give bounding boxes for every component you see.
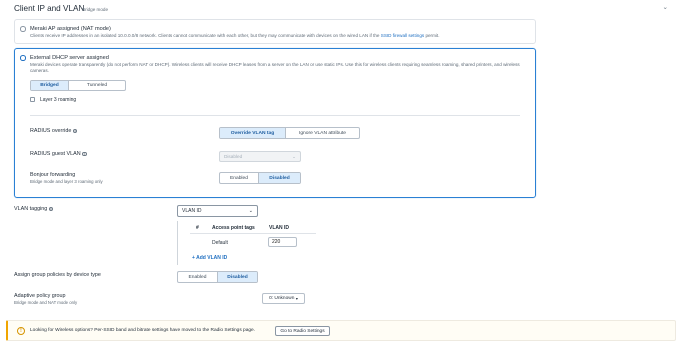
banner-text: Looking for Wireless options? Per-SSID b… bbox=[30, 328, 256, 334]
info-icon[interactable]: i bbox=[82, 151, 87, 157]
vlan-tagging-label: VLAN tagging i bbox=[14, 206, 54, 212]
group-policies-label: Assign group policies by device type bbox=[14, 272, 101, 278]
table-rule bbox=[177, 221, 179, 265]
radius-override-segment[interactable]: Override VLAN tag Ignore VLAN attribute bbox=[219, 127, 360, 139]
vlan-id-input[interactable]: 220 bbox=[268, 237, 297, 247]
bridge-mode-title: External DHCP server assigned bbox=[30, 54, 109, 61]
info-icon[interactable]: i bbox=[72, 128, 78, 134]
chevron-down-icon: ⌄ bbox=[292, 153, 296, 159]
group-policies-enabled-option[interactable]: Enabled bbox=[178, 272, 218, 282]
go-to-radio-settings-button[interactable]: Go to Radio Settings bbox=[275, 326, 330, 336]
layer3-roaming-label: Layer 3 roaming bbox=[40, 96, 77, 103]
nat-mode-card[interactable]: Meraki AP assigned (NAT mode) Clients re… bbox=[14, 19, 536, 44]
bonjour-forwarding-sublabel: Bridge mode and layer 3 roaming only bbox=[30, 179, 103, 184]
tunneled-option[interactable]: Tunneled bbox=[69, 81, 125, 90]
nat-mode-description: Clients receive IP addresses in an isola… bbox=[30, 32, 440, 38]
bridged-option[interactable]: Bridged bbox=[31, 81, 69, 90]
bridge-mode-card[interactable]: External DHCP server assigned Meraki dev… bbox=[14, 48, 536, 198]
radio-settings-banner: ! Looking for Wireless options? Per-SSID… bbox=[6, 320, 676, 341]
ignore-vlan-attribute-option[interactable]: Ignore VLAN attribute bbox=[286, 128, 359, 138]
column-header-number: # bbox=[196, 225, 199, 231]
bridge-mode-radio[interactable] bbox=[20, 55, 26, 61]
override-vlan-tag-option[interactable]: Override VLAN tag bbox=[220, 128, 286, 138]
table-cell-tags: Default bbox=[212, 240, 228, 246]
radius-override-label: RADIUS override i bbox=[30, 128, 78, 134]
layer3-roaming-checkbox[interactable] bbox=[30, 97, 35, 102]
column-header-ap-tags: Access point tags bbox=[212, 225, 255, 231]
vlan-tagging-select[interactable]: VLAN ID ⌄ bbox=[177, 205, 258, 217]
chevron-down-icon: ⌄ bbox=[248, 208, 253, 214]
nat-mode-radio[interactable] bbox=[20, 26, 26, 32]
radius-guest-vlan-label: RADIUS guest VLAN i bbox=[30, 151, 87, 157]
bonjour-enabled-option[interactable]: Enabled bbox=[220, 173, 259, 183]
caret-down-icon: ▾ bbox=[295, 296, 298, 301]
info-icon[interactable]: i bbox=[48, 206, 54, 212]
bonjour-disabled-option[interactable]: Disabled bbox=[259, 173, 300, 183]
add-vlan-id-link[interactable]: + Add VLAN ID bbox=[192, 255, 227, 261]
mode-segment[interactable]: Bridged Tunneled bbox=[30, 80, 126, 91]
divider bbox=[30, 115, 520, 116]
warning-icon: ! bbox=[17, 326, 25, 335]
bonjour-forwarding-label: Bonjour forwarding bbox=[30, 172, 76, 178]
chevron-down-icon[interactable]: ⌄ bbox=[663, 3, 668, 11]
page-subtitle: Bridge mode bbox=[82, 6, 109, 12]
page-title: Client IP and VLAN bbox=[14, 4, 85, 13]
radius-guest-vlan-select: Disabled ⌄ bbox=[219, 151, 301, 162]
table-header-rule bbox=[190, 233, 316, 234]
ssid-firewall-link[interactable]: SSID firewall settings bbox=[381, 33, 424, 38]
adaptive-policy-label: Adaptive policy group bbox=[14, 293, 66, 299]
bridge-mode-description: Meraki devices operate transparently (do… bbox=[30, 62, 520, 74]
adaptive-policy-sublabel: Bridge mode and NAT mode only bbox=[14, 300, 78, 305]
column-header-vlan-id: VLAN ID bbox=[269, 225, 289, 231]
group-policies-segment[interactable]: Enabled Disabled bbox=[177, 271, 258, 283]
nat-mode-title: Meraki AP assigned (NAT mode) bbox=[30, 25, 111, 32]
group-policies-disabled-option[interactable]: Disabled bbox=[218, 272, 257, 282]
bonjour-segment[interactable]: Enabled Disabled bbox=[219, 172, 301, 184]
adaptive-policy-select[interactable]: 0: Unknown ▾ bbox=[262, 293, 305, 304]
